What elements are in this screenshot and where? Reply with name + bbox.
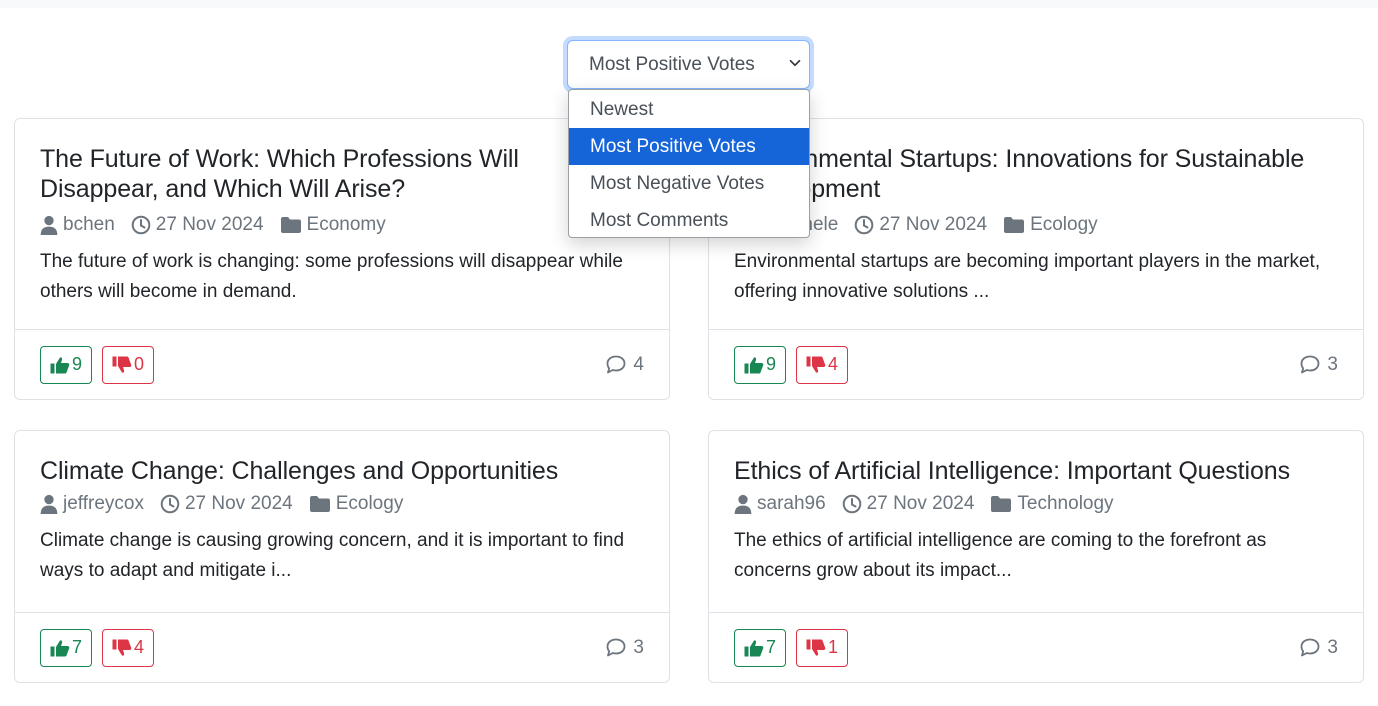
post-category[interactable]: Ecology [336,493,404,515]
post-footer: 7 4 3 [15,612,669,682]
sort-select[interactable]: Most Positive Votes [567,40,810,89]
post-title[interactable]: Climate Change: Challenges and Opportuni… [40,456,644,486]
thumbs-down-icon [112,639,132,656]
post-title[interactable]: Ethics of Artificial Intelligence: Impor… [734,456,1338,486]
post-footer: 7 1 3 [709,612,1363,682]
downvote-button[interactable]: 4 [102,628,155,667]
chat-bubble-icon [1301,355,1320,374]
post-title[interactable]: Environmental Startups: Innovations for … [734,144,1338,204]
chevron-down-icon [789,59,801,67]
clock-icon [842,494,861,514]
downvote-count: 4 [828,354,839,374]
post-excerpt: The ethics of artificial intelligence ar… [734,530,1267,581]
upvote-button[interactable]: 9 [734,345,787,384]
post-card: Ethics of Artificial Intelligence: Impor… [708,430,1364,683]
comment-count: 3 [1327,636,1338,658]
clock-icon [131,215,151,235]
folder-icon [280,217,301,233]
comments-link[interactable]: 3 [1300,637,1338,659]
sort-option-most-positive[interactable]: Most Positive Votes [569,128,809,165]
sort-option-newest[interactable]: Newest [569,91,809,128]
post-date: 27 Nov 2024 [155,214,264,235]
folder-icon [309,496,330,512]
thumbs-up-icon [744,639,764,656]
comment-count: 3 [1327,353,1338,375]
thumbs-up-icon [50,639,70,656]
thumbs-up-icon [50,356,70,373]
upvote-count: 9 [766,354,777,374]
upvote-button[interactable]: 7 [40,628,93,667]
upvote-button[interactable]: 9 [40,345,93,384]
thumbs-down-icon [112,356,132,373]
upvote-count: 9 [72,354,83,374]
post-excerpt: The future of work is changing: some pro… [40,251,623,302]
downvote-button[interactable]: 1 [796,628,849,667]
post-excerpt: Climate change is causing growing concer… [40,530,625,581]
downvote-count: 0 [134,354,145,374]
post-footer: 9 0 4 [15,329,669,399]
post-date: 27 Nov 2024 [879,214,988,235]
sort-option-most-negative[interactable]: Most Negative Votes [569,165,809,202]
post-excerpt: Environmental startups are becoming impo… [734,251,1321,302]
post-category[interactable]: Ecology [1030,214,1098,236]
chat-bubble-icon [1301,638,1320,657]
downvote-count: 4 [134,637,145,657]
post-author[interactable]: bchen [63,214,115,236]
post-card: Climate Change: Challenges and Opportuni… [14,430,670,683]
folder-icon [1004,217,1025,233]
post-meta: jeffreycox 27 Nov 2024 Ecology [40,491,644,517]
user-icon [40,215,58,235]
downvote-button[interactable]: 4 [796,345,849,384]
upvote-count: 7 [72,637,83,657]
comment-count: 4 [633,353,644,375]
clock-icon [160,494,180,514]
sort-dropdown: Newest Most Positive Votes Most Negative… [568,89,810,238]
post-category[interactable]: Economy [307,214,386,236]
chat-bubble-icon [607,638,626,657]
comments-link[interactable]: 3 [606,637,644,659]
user-icon [40,494,58,514]
thumbs-up-icon [744,356,764,373]
downvote-count: 1 [828,637,839,657]
post-author[interactable]: jeffreycox [63,493,144,515]
sort-option-most-comments[interactable]: Most Comments [569,202,809,239]
comments-link[interactable]: 3 [1300,354,1338,376]
sort-select-value: Most Positive Votes [589,53,755,75]
top-strip [0,0,1378,8]
chat-bubble-icon [607,355,626,374]
post-title[interactable]: The Future of Work: Which Professions Wi… [40,144,644,204]
post-meta: mmichele 27 Nov 2024 Ecology [734,212,1338,238]
user-icon [734,494,752,514]
post-meta: sarah96 27 Nov 2024 Technology [734,491,1338,517]
folder-icon [991,496,1012,512]
comments-link[interactable]: 4 [606,354,644,376]
comment-count: 3 [633,636,644,658]
thumbs-down-icon [806,356,826,373]
post-footer: 9 4 3 [709,329,1363,399]
downvote-button[interactable]: 0 [102,345,155,384]
post-date: 27 Nov 2024 [866,493,975,514]
upvote-button[interactable]: 7 [734,628,787,667]
post-date: 27 Nov 2024 [184,493,293,514]
post-category[interactable]: Technology [1017,493,1113,515]
post-author[interactable]: sarah96 [757,493,826,515]
upvote-count: 7 [766,637,777,657]
post-meta: bchen 27 Nov 2024 Economy [40,212,644,238]
thumbs-down-icon [806,639,826,656]
clock-icon [855,215,874,235]
